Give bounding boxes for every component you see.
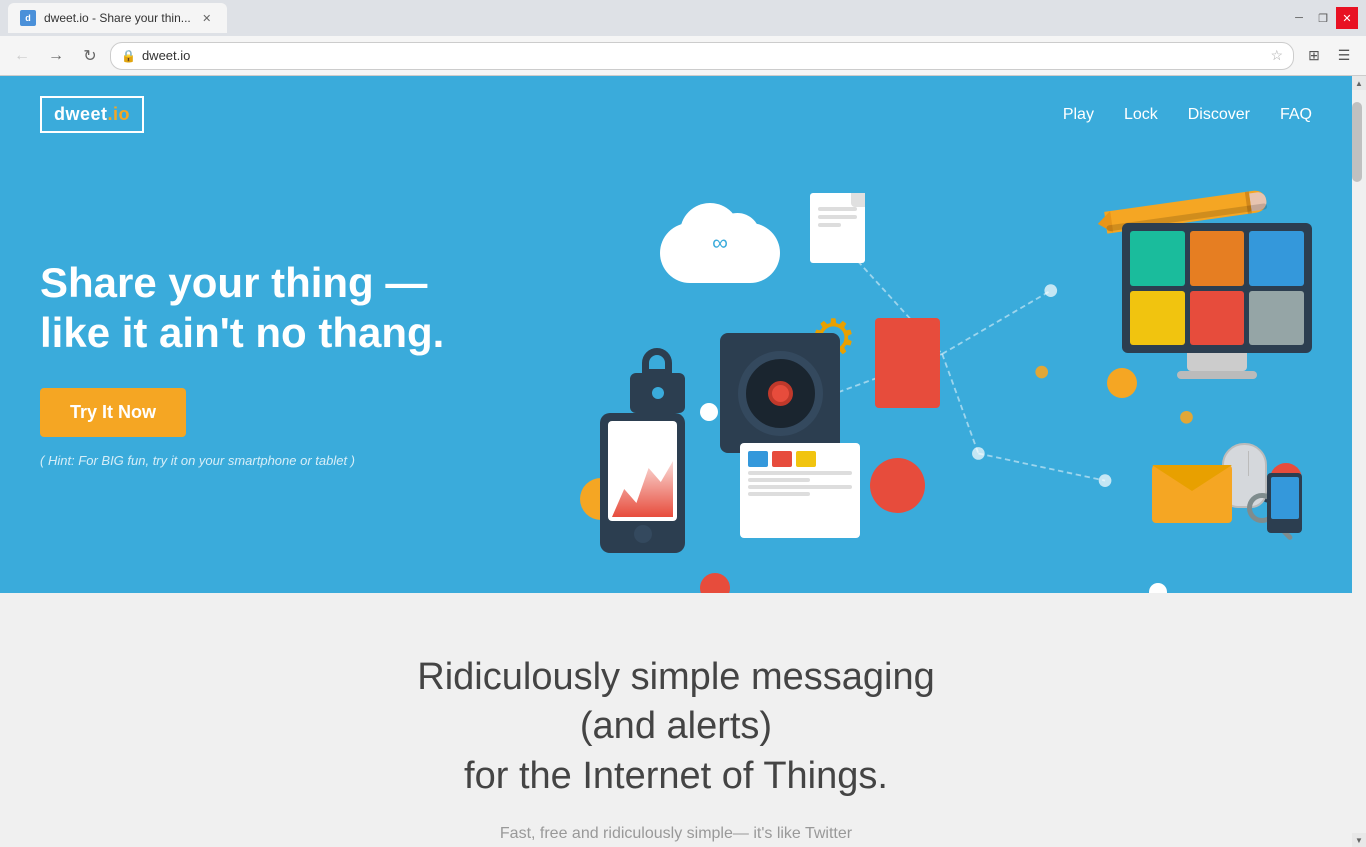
browser-tab[interactable]: d dweet.io - Share your thin... ✕ <box>8 3 227 33</box>
scroll-up-arrow[interactable]: ▲ <box>1352 76 1366 90</box>
bookmark-icon[interactable]: ☆ <box>1270 47 1283 64</box>
logo-tld: .io <box>108 104 131 124</box>
extensions-button[interactable]: ⊞ <box>1300 42 1328 70</box>
hero-nav: dweet.io Play Lock Discover FAQ <box>0 76 1352 153</box>
tagline-subtext: Fast, free and ridiculously simple— it's… <box>40 821 1312 847</box>
site-logo[interactable]: dweet.io <box>40 96 144 133</box>
hero-hint: ( Hint: For BIG fun, try it on your smar… <box>40 453 500 468</box>
monitor-icon <box>1122 223 1312 378</box>
cloud-icon: ∞ <box>660 203 780 283</box>
envelope-icon <box>1152 465 1232 523</box>
logo-text: dweet <box>54 104 108 124</box>
hero-headline: Share your thing —like it ain't no thang… <box>40 258 500 359</box>
tagline-text: Ridiculously simple messaging(and alerts… <box>40 653 1312 801</box>
yellow-circle-2 <box>1107 368 1137 398</box>
scrollbar[interactable]: ▲ ▼ <box>1352 76 1366 847</box>
hero-section: dweet.io Play Lock Discover FAQ Share yo… <box>0 76 1352 593</box>
toolbar-buttons: ⊞ ☰ <box>1300 42 1358 70</box>
below-hero-section: Ridiculously simple messaging(and alerts… <box>0 593 1352 847</box>
tab-title: dweet.io - Share your thin... <box>44 11 191 25</box>
tab-close-button[interactable]: ✕ <box>199 10 215 26</box>
scrollbar-thumb[interactable] <box>1352 102 1362 182</box>
content-area: dweet.io Play Lock Discover FAQ Share yo… <box>0 76 1366 847</box>
hero-left: Share your thing —like it ain't no thang… <box>40 258 500 469</box>
small-tablet-icon <box>1267 473 1302 533</box>
url-text: dweet.io <box>142 48 1264 63</box>
address-bar-input[interactable]: 🔒 dweet.io ☆ <box>110 42 1294 70</box>
try-it-now-button[interactable]: Try It Now <box>40 388 186 437</box>
close-button[interactable]: ✕ <box>1336 7 1358 29</box>
title-bar: d dweet.io - Share your thin... ✕ ─ ❐ ✕ <box>0 0 1366 36</box>
iot-illustration: ∞ <box>500 173 1312 553</box>
forward-button[interactable]: → <box>42 42 70 70</box>
page-content: dweet.io Play Lock Discover FAQ Share yo… <box>0 76 1352 847</box>
menu-button[interactable]: ☰ <box>1330 42 1358 70</box>
red-device-icon <box>875 318 940 408</box>
nav-play[interactable]: Play <box>1063 106 1094 124</box>
hard-drive-icon <box>720 333 840 453</box>
scrollbar-track[interactable] <box>1352 90 1366 833</box>
window-controls: ─ ❐ ✕ <box>1288 7 1358 29</box>
lock-icon: 🔒 <box>121 49 136 63</box>
white-circle-2 <box>1149 583 1167 593</box>
smartphone-icon <box>600 413 685 553</box>
refresh-button[interactable]: ↻ <box>76 42 104 70</box>
red-circle-small-1 <box>700 573 730 593</box>
white-circle-1 <box>700 403 718 421</box>
lock-padlock-icon <box>630 348 685 413</box>
nav-links: Play Lock Discover FAQ <box>1063 106 1312 124</box>
hero-body: Share your thing —like it ain't no thang… <box>0 153 1352 593</box>
favicon-letter: d <box>25 13 31 23</box>
back-button[interactable]: ← <box>8 42 36 70</box>
scroll-down-arrow[interactable]: ▼ <box>1352 833 1366 847</box>
browser-frame: d dweet.io - Share your thin... ✕ ─ ❐ ✕ … <box>0 0 1366 847</box>
restore-button[interactable]: ❐ <box>1312 7 1334 29</box>
tab-favicon: d <box>20 10 36 26</box>
minimize-button[interactable]: ─ <box>1288 7 1310 29</box>
infinity-symbol: ∞ <box>712 230 728 256</box>
red-circle-large <box>870 458 925 513</box>
nav-discover[interactable]: Discover <box>1188 106 1250 124</box>
address-bar: ← → ↻ 🔒 dweet.io ☆ ⊞ ☰ <box>0 36 1366 76</box>
nav-faq[interactable]: FAQ <box>1280 106 1312 124</box>
nav-lock[interactable]: Lock <box>1124 106 1158 124</box>
newspaper-icon <box>740 443 860 538</box>
document-icon <box>810 193 865 263</box>
